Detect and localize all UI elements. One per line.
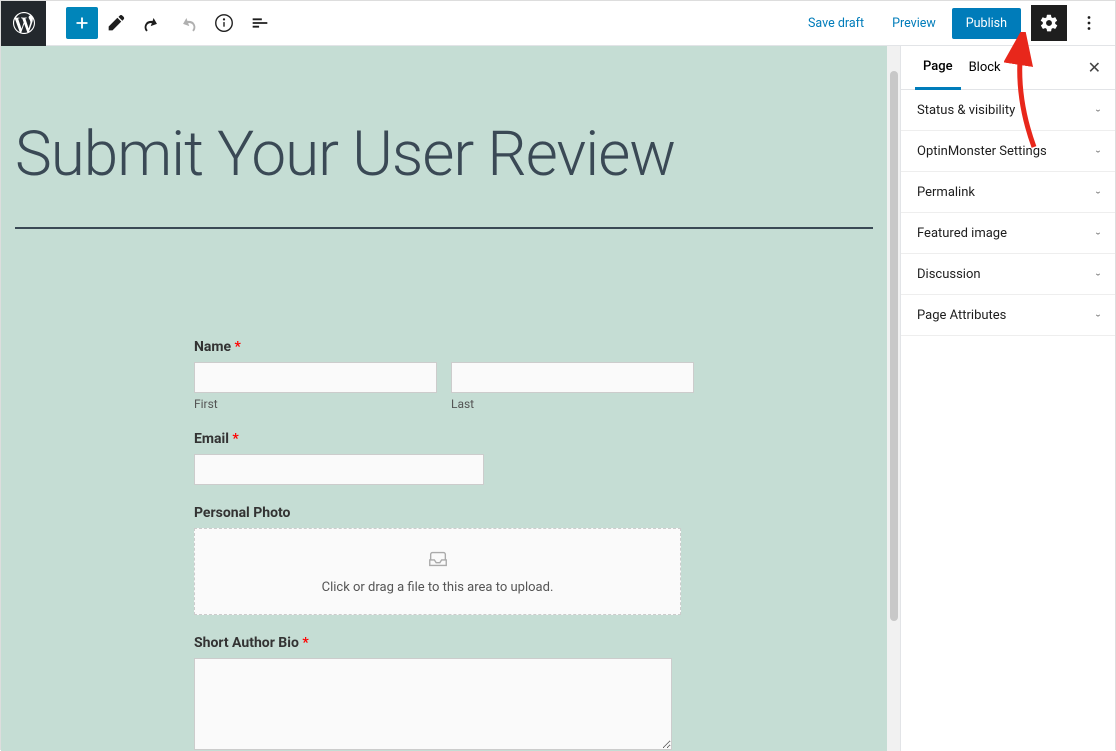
toolbar-right: Save draft Preview Publish [796, 5, 1115, 41]
upload-text: Click or drag a file to this area to upl… [322, 580, 554, 595]
first-sublabel: First [194, 397, 437, 411]
email-field: Email * [194, 431, 694, 485]
undo-icon [141, 12, 163, 34]
bio-label: Short Author Bio * [194, 635, 694, 651]
editor-toolbar: Save draft Preview Publish [1, 1, 1115, 46]
panel-page-attributes[interactable]: Page Attributes › [901, 295, 1115, 336]
close-sidebar-button[interactable]: ✕ [1088, 58, 1101, 77]
separator [15, 227, 873, 229]
panel-featured-image[interactable]: Featured image › [901, 213, 1115, 254]
undo-button[interactable] [134, 5, 170, 41]
last-name-input[interactable] [451, 362, 694, 393]
form-block: Name * First Last Email * [194, 339, 694, 751]
chevron-down-icon: › [1092, 313, 1103, 316]
outline-button[interactable] [242, 5, 278, 41]
bio-field: Short Author Bio * Please keep it below … [194, 635, 694, 751]
name-field: Name * First Last [194, 339, 694, 411]
redo-icon [177, 12, 199, 34]
preview-button[interactable]: Preview [880, 8, 948, 39]
tab-page[interactable]: Page [915, 46, 961, 90]
save-draft-button[interactable]: Save draft [796, 8, 876, 39]
settings-button[interactable] [1031, 5, 1067, 41]
more-options-button[interactable] [1071, 5, 1107, 41]
wordpress-logo[interactable] [1, 1, 46, 46]
pencil-icon [105, 12, 127, 34]
tab-block[interactable]: Block [961, 46, 1009, 90]
dots-vertical-icon [1078, 12, 1100, 34]
gear-icon [1039, 13, 1059, 33]
list-icon [249, 12, 271, 34]
chevron-down-icon: › [1092, 190, 1103, 193]
chevron-down-icon: › [1092, 231, 1103, 234]
photo-label: Personal Photo [194, 505, 694, 521]
first-name-input[interactable] [194, 362, 437, 393]
email-label: Email * [194, 431, 694, 447]
info-button[interactable] [206, 5, 242, 41]
panel-permalink[interactable]: Permalink › [901, 172, 1115, 213]
scrollbar-thumb[interactable] [890, 71, 898, 621]
panel-discussion[interactable]: Discussion › [901, 254, 1115, 295]
panel-optinmonster[interactable]: OptinMonster Settings › [901, 131, 1115, 172]
panel-status-visibility[interactable]: Status & visibility › [901, 90, 1115, 131]
email-input[interactable] [194, 454, 484, 485]
settings-sidebar: Page Block ✕ Status & visibility › Optin… [900, 46, 1115, 751]
last-sublabel: Last [451, 397, 694, 411]
wordpress-icon [13, 12, 35, 34]
main-area: Submit Your User Review Name * First Las… [1, 46, 1115, 751]
bio-textarea[interactable] [194, 658, 672, 750]
add-block-button[interactable] [66, 7, 98, 39]
sidebar-tabs: Page Block ✕ [901, 46, 1115, 90]
chevron-down-icon: › [1092, 149, 1103, 152]
file-upload-area[interactable]: Click or drag a file to this area to upl… [194, 528, 681, 615]
redo-button[interactable] [170, 5, 206, 41]
chevron-down-icon: › [1092, 108, 1103, 111]
publish-button[interactable]: Publish [952, 8, 1021, 39]
edit-mode-button[interactable] [98, 5, 134, 41]
page-title[interactable]: Submit Your User Review [1, 46, 887, 227]
photo-field: Personal Photo Click or drag a file to t… [194, 505, 694, 615]
editor-canvas[interactable]: Submit Your User Review Name * First Las… [1, 46, 887, 751]
chevron-down-icon: › [1092, 272, 1103, 275]
inbox-icon [427, 548, 449, 570]
plus-icon [71, 12, 93, 34]
name-label: Name * [194, 339, 694, 355]
info-icon [213, 12, 235, 34]
scrollbar[interactable] [887, 46, 900, 751]
